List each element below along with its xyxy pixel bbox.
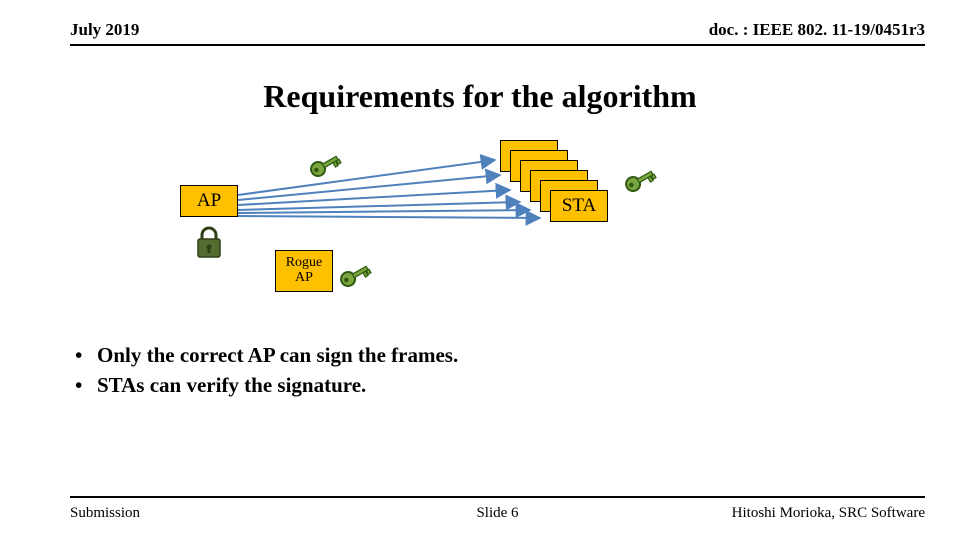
sta-stack: STA: [500, 140, 610, 240]
slide: July 2019 doc. : IEEE 802. 11-19/0451r3 …: [0, 0, 960, 540]
key-icon: [305, 145, 345, 185]
bullets: • Only the correct AP can sign the frame…: [75, 340, 458, 401]
key-icon: [620, 160, 660, 200]
ap-node: AP: [180, 185, 238, 217]
header-date: July 2019: [70, 20, 139, 39]
bullet-dot: •: [75, 340, 97, 370]
sta-box-front: STA: [550, 190, 608, 222]
bullet-text: STAs can verify the signature.: [97, 370, 366, 400]
header-docnum: doc. : IEEE 802. 11-19/0451r3: [709, 20, 925, 40]
footer: Submission Slide 6 Hitoshi Morioka, SRC …: [70, 505, 925, 522]
page-title: Requirements for the algorithm: [0, 78, 960, 115]
bullet-dot: •: [75, 370, 97, 400]
bullet-item: • STAs can verify the signature.: [75, 370, 458, 400]
footer-author: Hitoshi Morioka, SRC Software: [732, 505, 925, 522]
rogue-ap-label: Rogue AP: [286, 256, 323, 285]
sta-label: STA: [562, 195, 596, 217]
ap-label: AP: [197, 190, 221, 212]
footer-rule: [70, 496, 925, 498]
diagram: AP STA Rogue AP: [180, 130, 700, 320]
bullet-item: • Only the correct AP can sign the frame…: [75, 340, 458, 370]
rogue-ap-node: Rogue AP: [275, 250, 333, 292]
header-rule: [70, 44, 925, 46]
key-icon: [335, 255, 375, 295]
lock-icon: [195, 225, 223, 264]
bullet-text: Only the correct AP can sign the frames.: [97, 340, 458, 370]
arrows: [180, 130, 700, 320]
